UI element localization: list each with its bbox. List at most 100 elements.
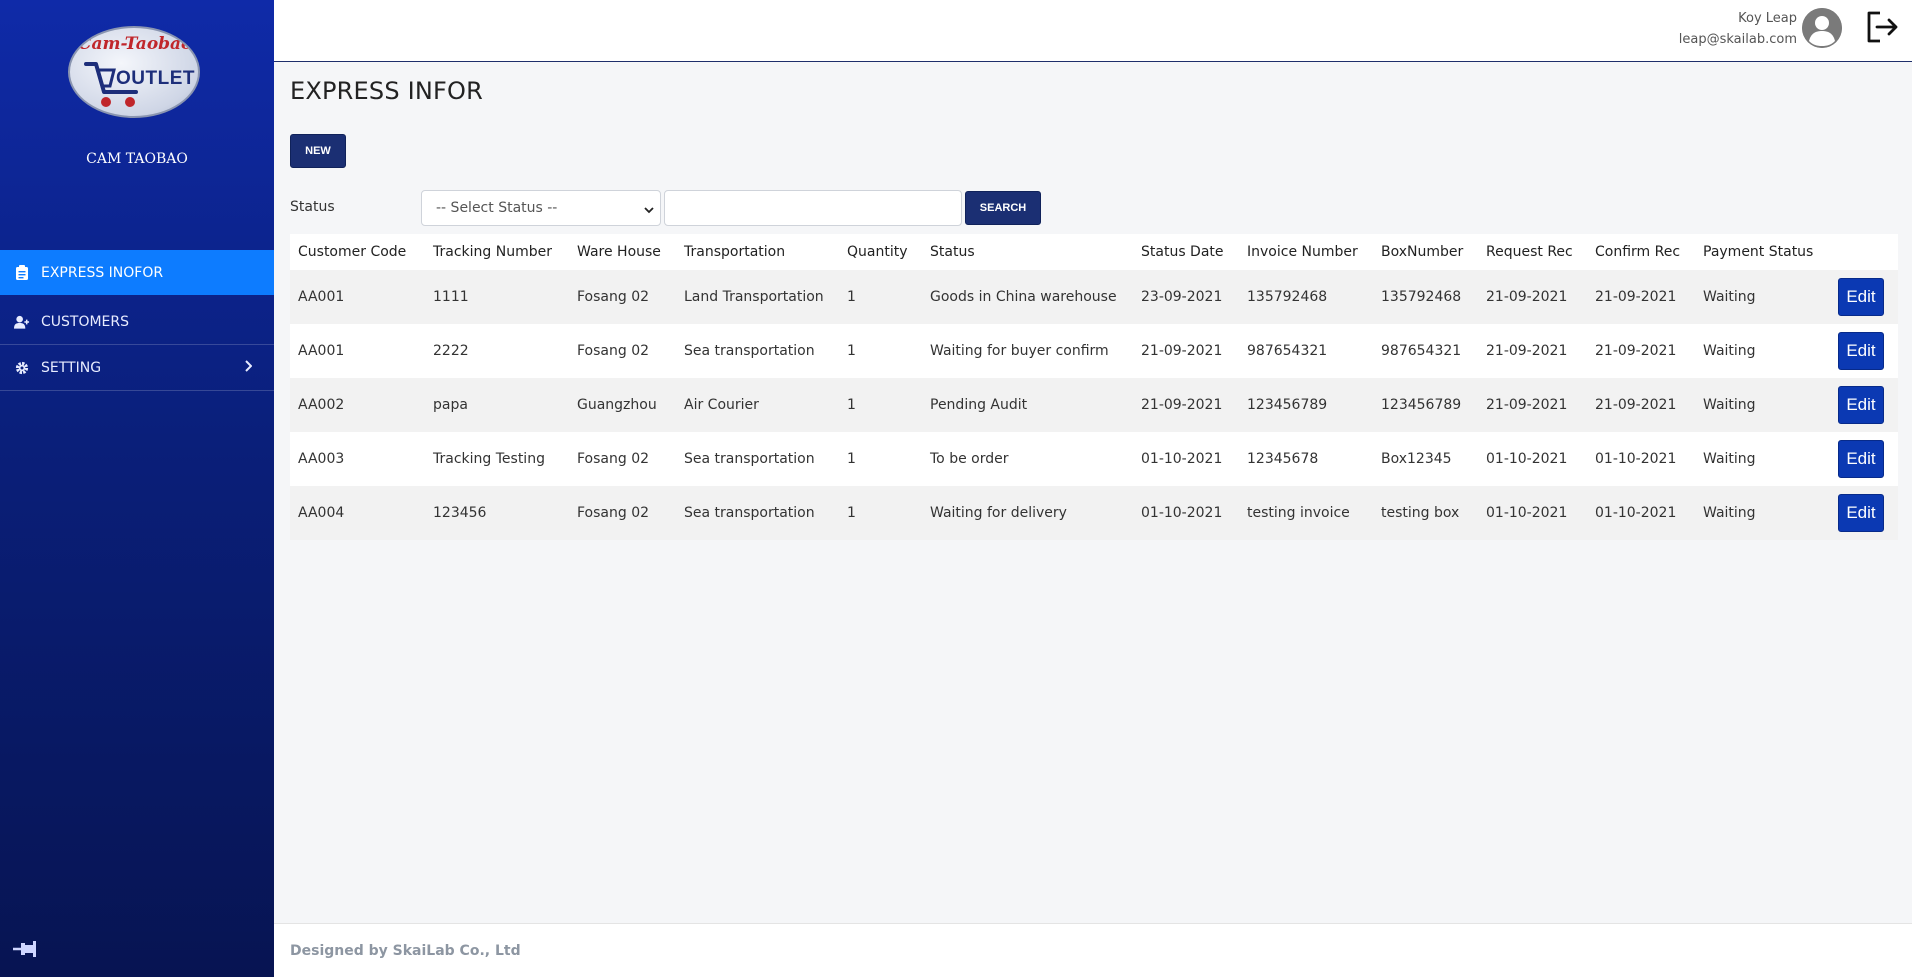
table-cell-actions: Edit [1830, 486, 1898, 540]
edit-button[interactable]: Edit [1838, 386, 1884, 424]
table-cell: 21-09-2021 [1141, 397, 1223, 413]
edit-button[interactable]: Edit [1838, 332, 1884, 370]
table-cell: Fosang 02 [577, 505, 650, 521]
edit-button[interactable]: Edit [1838, 278, 1884, 316]
column-header: Invoice Number [1239, 234, 1373, 270]
table-cell: 21-09-2021 [1486, 397, 1568, 413]
table-cell: Tracking Testing [433, 451, 545, 467]
table-cell: testing box [1381, 505, 1460, 521]
table-cell: 21-09-2021 [1486, 289, 1568, 305]
table-cell: papa [433, 397, 468, 413]
table-cell-actions: Edit [1830, 324, 1898, 378]
table-cell: 123456789 [1247, 397, 1328, 413]
table-cell: Air Courier [684, 397, 759, 413]
clipboard-icon [14, 265, 30, 281]
table-cell: 01-10-2021 [1595, 451, 1677, 467]
table-row: AA001 1111 Fosang 02 Land Transportation 1 Go… [290, 270, 1898, 324]
table-cell: 1111 [433, 289, 469, 305]
sidebar-menu: EXPRESS INOFOR CUSTOMERS SETTING [0, 250, 274, 391]
table-cell: 135792468 [1381, 289, 1462, 305]
table-row: AA001 2222 Fosang 02 Sea transportation 1 Wai… [290, 324, 1898, 378]
top-bar: Koy Leap leap@skailab.com [274, 0, 1912, 62]
sidebar-item-express-infor[interactable]: EXPRESS INOFOR [0, 250, 274, 295]
new-button[interactable]: NEW [290, 134, 346, 168]
table-cell: Fosang 02 [577, 343, 650, 359]
user-avatar-icon [1802, 8, 1842, 48]
footer-credit: Designed by SkaiLab Co., Ltd [290, 943, 521, 959]
table-body: AA001 1111 Fosang 02 Land Transportation 1 Go… [290, 270, 1898, 540]
user-name: Koy Leap [1738, 11, 1797, 26]
sidebar-item-customers[interactable]: CUSTOMERS [0, 299, 274, 345]
table-cell: 123456 [433, 505, 487, 521]
edit-button[interactable]: Edit [1838, 494, 1884, 532]
table-cell: AA001 [298, 289, 345, 305]
column-header: Status Date [1133, 234, 1239, 270]
column-header: BoxNumber [1373, 234, 1478, 270]
table-cell: Land Transportation [684, 289, 824, 305]
table-cell: AA001 [298, 343, 345, 359]
column-header: Quantity [839, 234, 922, 270]
search-button[interactable]: SEARCH [965, 191, 1041, 225]
express-table: Customer Code Tracking Number Ware House… [290, 234, 1898, 540]
user-info: Koy Leap leap@skailab.com [1679, 8, 1797, 50]
table-cell: AA003 [298, 451, 345, 467]
logo-main-text: OUTLET [116, 68, 195, 89]
column-header: Request Rec [1478, 234, 1587, 270]
edit-button[interactable]: Edit [1838, 440, 1884, 478]
page-title: EXPRESS INFOR [290, 77, 484, 105]
table-cell: 01-10-2021 [1595, 505, 1677, 521]
table-cell-actions: Edit [1830, 432, 1898, 486]
pin-sidebar-icon[interactable] [12, 939, 38, 963]
chevron-down-icon [644, 203, 654, 219]
table-cell: 1 [847, 343, 856, 359]
table-row: AA004 123456 Fosang 02 Sea transportation 1 W… [290, 486, 1898, 540]
column-header: Status [922, 234, 1133, 270]
table-cell: 135792468 [1247, 289, 1328, 305]
column-header-actions [1830, 234, 1898, 270]
table-cell: 21-09-2021 [1595, 343, 1677, 359]
table-cell: 21-09-2021 [1595, 289, 1677, 305]
footer: Designed by SkaiLab Co., Ltd [274, 923, 1912, 977]
table-header-row: Customer Code Tracking Number Ware House… [290, 234, 1898, 270]
avatar[interactable] [1802, 8, 1842, 48]
table-cell: 23-09-2021 [1141, 289, 1223, 305]
table-cell: 21-09-2021 [1141, 343, 1223, 359]
table-cell: Waiting [1703, 289, 1756, 305]
status-select[interactable]: -- Select Status -- [421, 190, 661, 226]
sidebar-item-label: CUSTOMERS [41, 313, 130, 330]
table-cell-actions: Edit [1830, 270, 1898, 324]
table-cell: 987654321 [1381, 343, 1462, 359]
logo-top-text: Cam-Taobao [78, 34, 193, 54]
table-cell: Fosang 02 [577, 289, 650, 305]
table-cell: 12345678 [1247, 451, 1319, 467]
table-cell: 1 [847, 289, 856, 305]
table-cell: 01-10-2021 [1486, 505, 1568, 521]
table-cell: 1 [847, 505, 856, 521]
column-header: Tracking Number [425, 234, 569, 270]
sidebar-item-label: SETTING [41, 359, 102, 376]
table-cell: To be order [930, 451, 1009, 467]
table-cell: 123456789 [1381, 397, 1462, 413]
table-cell: Guangzhou [577, 397, 657, 413]
table-cell: AA004 [298, 505, 345, 521]
users-icon [14, 314, 30, 330]
sidebar-item-setting[interactable]: SETTING [0, 345, 274, 391]
table-cell: Sea transportation [684, 451, 815, 467]
logout-icon[interactable] [1864, 9, 1900, 49]
table-cell: Waiting for delivery [930, 505, 1067, 521]
table-row: AA003 Tracking Testing Fosang 02 Sea transp… [290, 432, 1898, 486]
column-header: Confirm Rec [1587, 234, 1695, 270]
sidebar: Cam-Taobao OUTLET CAM TAOBAO EXPRESS INO… [0, 0, 274, 977]
search-input[interactable] [664, 190, 962, 226]
table-cell: 2222 [433, 343, 469, 359]
column-header: Ware House [569, 234, 676, 270]
brand-name: CAM TAOBAO [86, 151, 188, 167]
gear-icon [14, 360, 30, 376]
table-cell: Waiting [1703, 343, 1756, 359]
table-cell: 1 [847, 451, 856, 467]
table-cell: Waiting [1703, 397, 1756, 413]
chevron-right-icon [244, 360, 253, 376]
table-cell: AA002 [298, 397, 345, 413]
table-row: AA002 papa Guangzhou Air Courier 1 Pending Au… [290, 378, 1898, 432]
table-cell: Box12345 [1381, 451, 1452, 467]
